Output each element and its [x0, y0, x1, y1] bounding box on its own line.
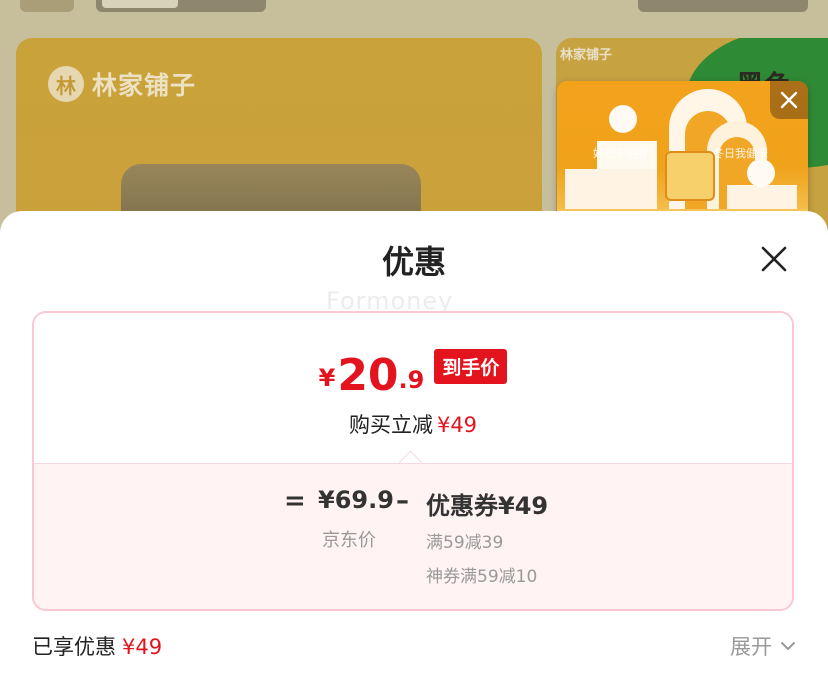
final-price: ¥ 20 .9 到手价	[34, 349, 792, 398]
back-button[interactable]	[20, 0, 74, 12]
price-breakdown-card: ¥ 20 .9 到手价 购买立减 ¥49 = ¥69.9 – 优惠券¥49 京东价…	[32, 311, 794, 611]
instant-discount-amount: ¥49	[436, 413, 478, 437]
jd-price: ¥69.9	[318, 486, 394, 514]
ad-close-button[interactable]	[770, 81, 808, 119]
coupon-item: 满59减39	[426, 533, 504, 553]
enjoyed-label: 已享优惠	[32, 635, 116, 659]
equals-sign: =	[284, 486, 306, 516]
side-brand: 林家铺子	[560, 48, 613, 63]
sheet-footer: 已享优惠 ¥49 展开	[32, 631, 796, 661]
enjoyed-amount: ¥49	[122, 635, 163, 659]
ad-text-right: 冬日我健康	[713, 147, 768, 160]
tab-active[interactable]	[102, 0, 178, 8]
expand-button[interactable]: 展开	[730, 631, 796, 661]
top-tabs[interactable]	[96, 0, 266, 12]
close-icon	[780, 91, 798, 109]
coupon-item: 神券满59减10	[426, 567, 538, 587]
currency-symbol: ¥	[318, 364, 336, 392]
calculation-section: = ¥69.9 – 优惠券¥49 京东价 满59减39 神券满59减10	[34, 463, 792, 609]
ad-product-can	[665, 151, 715, 201]
price-integer: 20	[337, 350, 399, 401]
close-icon	[761, 246, 787, 272]
sheet-close-button[interactable]	[756, 241, 792, 277]
discount-sheet: 优惠 Formoney ¥ 20 .9 到手价 购买立减 ¥49 = ¥69.9 …	[0, 211, 828, 681]
ad-ball	[747, 159, 775, 187]
ad-step	[727, 185, 797, 209]
sheet-title: 优惠	[381, 243, 446, 281]
enjoyed-discount: 已享优惠 ¥49	[32, 631, 162, 661]
final-price-badge: 到手价	[434, 349, 508, 384]
chevron-down-icon	[781, 642, 795, 650]
brand-logo: 林	[48, 66, 84, 102]
price-decimal: .9	[398, 366, 425, 394]
final-price-section: ¥ 20 .9 到手价 购买立减 ¥49	[34, 313, 792, 463]
brand: 林 林家铺子	[48, 66, 196, 102]
ad-ball	[609, 105, 637, 133]
instant-discount-label: 购买立减	[348, 413, 433, 437]
brand-name: 林家铺子	[92, 71, 197, 100]
expand-label: 展开	[730, 635, 772, 659]
instant-discount: 购买立减 ¥49	[34, 409, 792, 439]
coupon-total: 优惠券¥49	[426, 492, 549, 520]
top-right-actions[interactable]	[638, 0, 808, 12]
ad-step	[565, 169, 657, 209]
minus-sign: –	[396, 486, 409, 516]
jd-price-label: 京东价	[322, 530, 376, 551]
ad-text-left: 好吃不怕胖	[593, 147, 648, 160]
